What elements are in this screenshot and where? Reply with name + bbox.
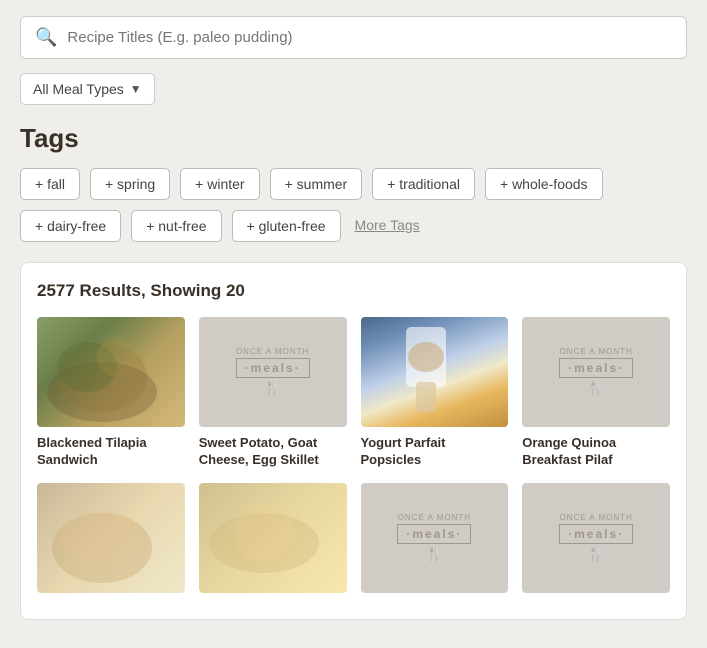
recipe-card-2[interactable]: once a month ·meals· 🍴 Sweet Potato, Goa… — [199, 317, 347, 469]
tag-whole-foods[interactable]: + whole-foods — [485, 168, 603, 200]
tags-title: Tags — [20, 123, 687, 154]
food-decoration-1 — [37, 317, 167, 427]
logo-middle-4: ·meals· — [559, 358, 633, 378]
food-decoration-5 — [37, 483, 167, 593]
recipe-card-5[interactable] — [37, 483, 185, 601]
recipe-image-3 — [361, 317, 509, 427]
recipe-image-4: once a month ·meals· 🍴 — [522, 317, 670, 427]
logo-top: once a month — [236, 347, 309, 356]
food-decoration-3 — [361, 317, 491, 427]
brand-logo-4: once a month ·meals· 🍴 — [559, 347, 633, 397]
results-count: 2577 Results, Showing 20 — [37, 281, 670, 301]
recipe-image-8: once a month ·meals· 🍴 — [522, 483, 670, 593]
logo-middle-8: ·meals· — [559, 524, 633, 544]
meal-type-dropdown[interactable]: All Meal Types ▼ — [20, 73, 155, 105]
logo-icon-8: 🍴 — [587, 546, 604, 563]
tag-dairy-free[interactable]: + dairy-free — [20, 210, 121, 242]
brand-logo-7: once a month ·meals· 🍴 — [397, 513, 471, 563]
tag-fall[interactable]: + fall — [20, 168, 80, 200]
recipe-title-3: Yogurt Parfait Popsicles — [361, 435, 509, 469]
recipe-image-7: once a month ·meals· 🍴 — [361, 483, 509, 593]
logo-icon: 🍴 — [264, 380, 281, 397]
meal-type-label: All Meal Types — [33, 81, 124, 97]
recipe-title-2: Sweet Potato, Goat Cheese, Egg Skillet — [199, 435, 347, 469]
recipe-title-4: Orange Quinoa Breakfast Pilaf — [522, 435, 670, 469]
tag-winter[interactable]: + winter — [180, 168, 259, 200]
logo-top-8: once a month — [559, 513, 632, 522]
food-decoration-6 — [199, 483, 329, 593]
placeholder-logo-4: once a month ·meals· 🍴 — [522, 317, 670, 427]
recipe-image-6 — [199, 483, 347, 593]
recipe-card-1[interactable]: Blackened Tilapia Sandwich — [37, 317, 185, 469]
tags-section: Tags + fall + spring + winter + summer +… — [20, 123, 687, 242]
recipes-grid: Blackened Tilapia Sandwich once a month … — [37, 317, 670, 601]
tag-nut-free[interactable]: + nut-free — [131, 210, 221, 242]
placeholder-logo-2: once a month ·meals· 🍴 — [199, 317, 347, 427]
recipe-card-4[interactable]: once a month ·meals· 🍴 Orange Quinoa Bre… — [522, 317, 670, 469]
tags-row-2: + dairy-free + nut-free + gluten-free Mo… — [20, 210, 687, 242]
recipe-card-3[interactable]: Yogurt Parfait Popsicles — [361, 317, 509, 469]
logo-middle: ·meals· — [236, 358, 310, 378]
recipe-card-8[interactable]: once a month ·meals· 🍴 — [522, 483, 670, 601]
recipe-image-1 — [37, 317, 185, 427]
tag-spring[interactable]: + spring — [90, 168, 170, 200]
logo-top-7: once a month — [398, 513, 471, 522]
logo-top-4: once a month — [559, 347, 632, 356]
brand-logo-8: once a month ·meals· 🍴 — [559, 513, 633, 563]
tag-traditional[interactable]: + traditional — [372, 168, 475, 200]
search-bar: 🔍 — [20, 16, 687, 59]
logo-middle-7: ·meals· — [397, 524, 471, 544]
more-tags-link[interactable]: More Tags — [351, 210, 424, 242]
tag-summer[interactable]: + summer — [270, 168, 363, 200]
brand-logo: once a month ·meals· 🍴 — [236, 347, 310, 397]
chevron-down-icon: ▼ — [130, 82, 142, 96]
placeholder-logo-8: once a month ·meals· 🍴 — [522, 483, 670, 593]
tag-gluten-free[interactable]: + gluten-free — [232, 210, 341, 242]
recipe-title-1: Blackened Tilapia Sandwich — [37, 435, 185, 469]
logo-icon-7: 🍴 — [426, 546, 443, 563]
tags-row-1: + fall + spring + winter + summer + trad… — [20, 168, 687, 200]
recipe-card-7[interactable]: once a month ·meals· 🍴 — [361, 483, 509, 601]
recipe-image-2: once a month ·meals· 🍴 — [199, 317, 347, 427]
search-input[interactable] — [67, 29, 672, 46]
results-panel: 2577 Results, Showing 20 Blackened Tilap… — [20, 262, 687, 620]
search-icon: 🔍 — [35, 27, 57, 48]
main-container: 🔍 All Meal Types ▼ Tags + fall + spring … — [0, 0, 707, 636]
recipe-card-6[interactable] — [199, 483, 347, 601]
logo-icon-4: 🍴 — [587, 380, 604, 397]
placeholder-logo-7: once a month ·meals· 🍴 — [361, 483, 509, 593]
recipe-image-5 — [37, 483, 185, 593]
